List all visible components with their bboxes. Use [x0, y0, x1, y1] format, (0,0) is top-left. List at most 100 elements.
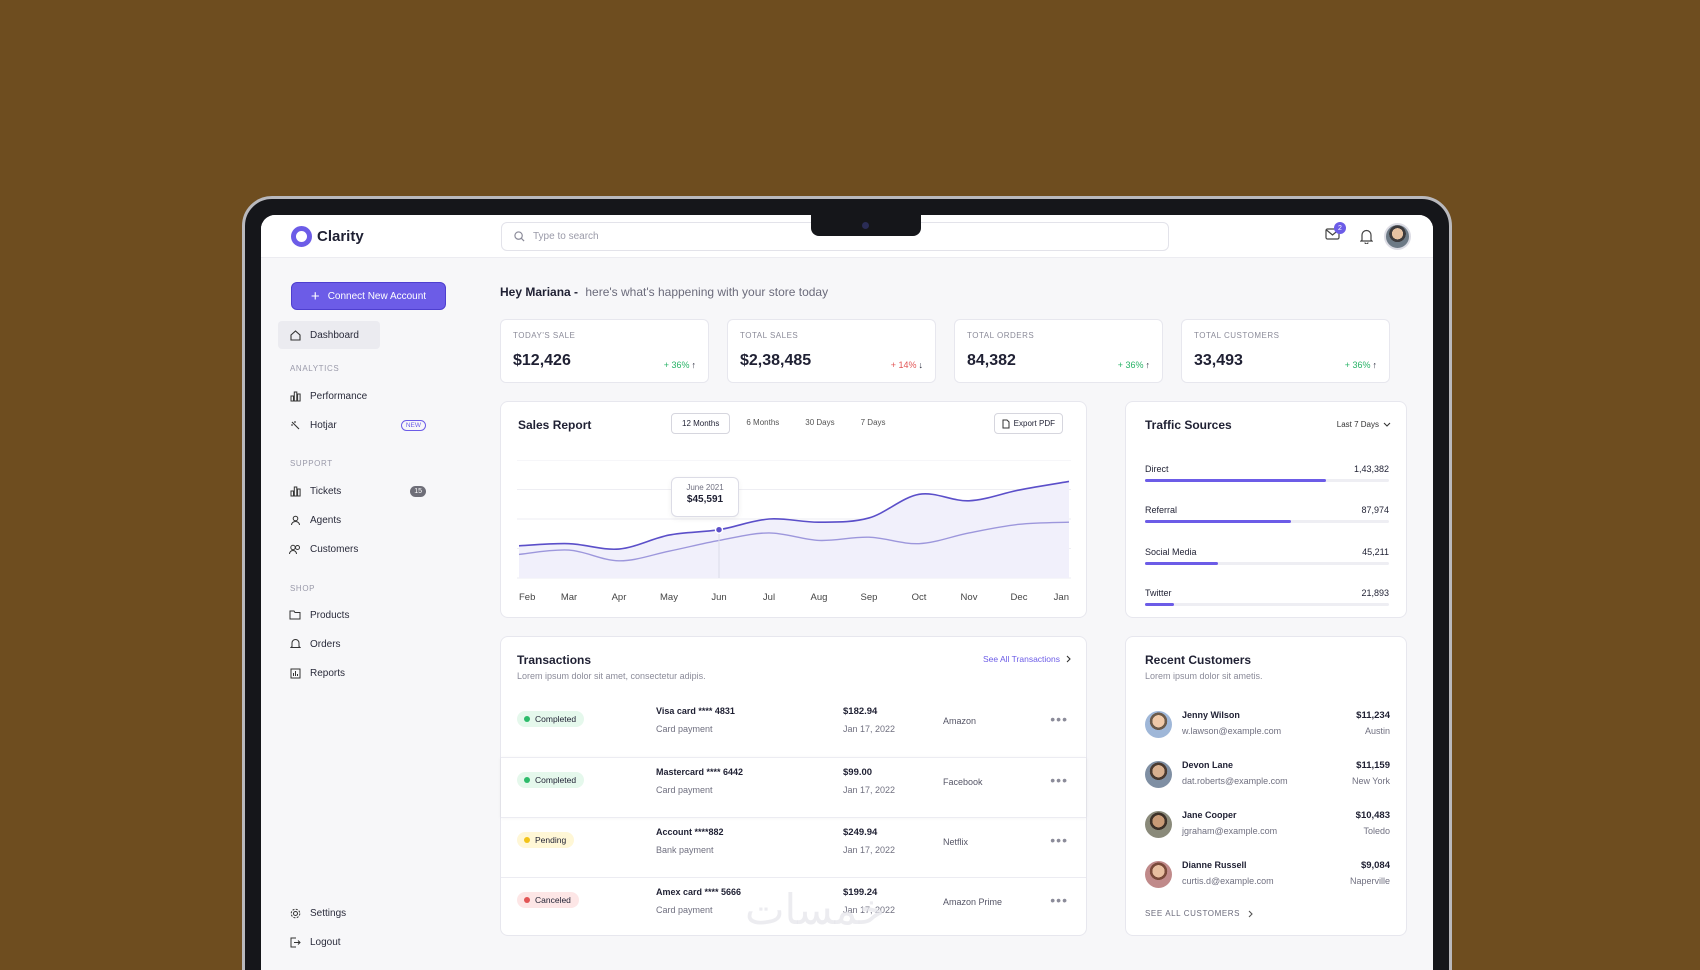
stat-label: TOTAL SALES: [740, 331, 799, 340]
connect-account-button[interactable]: + Connect New Account: [291, 282, 446, 310]
customer-city: Austin: [1364, 726, 1390, 736]
stat-value: 84,382: [967, 352, 1016, 369]
payment-type: Card payment: [656, 785, 713, 795]
customer-amount: $9,084: [1360, 860, 1390, 871]
sidebar-item-tickets[interactable]: Tickets 15: [278, 477, 438, 505]
range-7-days[interactable]: 7 Days: [851, 413, 896, 434]
x-tick-label: Sep: [861, 592, 878, 603]
date: Jan 17, 2022: [843, 845, 896, 855]
list-item[interactable]: Jenny Wilson w.lawson@example.com $11,23…: [1145, 707, 1390, 747]
more-icon[interactable]: •••: [1050, 772, 1068, 788]
list-item[interactable]: Devon Lane dat.roberts@example.com $11,1…: [1145, 757, 1390, 797]
stat-delta: + 36% ↑: [663, 360, 697, 370]
traffic-range-dropdown[interactable]: Last 7 Days: [1337, 420, 1391, 429]
customer-name: Jane Cooper: [1182, 810, 1237, 820]
logout-icon: [289, 936, 301, 948]
sidebar-item-products[interactable]: Products: [278, 601, 438, 629]
sidebar-item-hotjar[interactable]: Hotjar NEW: [278, 411, 438, 439]
chevron-right-icon: [1248, 910, 1253, 917]
payment-type: Card payment: [656, 724, 713, 734]
chevron-right-icon: [1066, 655, 1071, 663]
mail-button[interactable]: 2: [1325, 222, 1346, 245]
customer-city: Naperville: [1349, 876, 1390, 886]
range-12-months[interactable]: 12 Months: [671, 413, 731, 434]
bell-icon[interactable]: [1360, 229, 1373, 244]
bar-chart-icon: [289, 390, 301, 402]
traffic-range-label: Last 7 Days: [1336, 420, 1379, 429]
sidebar-item-agents[interactable]: Agents: [278, 506, 438, 534]
avatar: [1145, 811, 1172, 838]
sidebar-item-customers[interactable]: Customers: [278, 535, 438, 563]
sparkle-icon: [289, 419, 301, 431]
table-row[interactable]: Completed Mastercard **** 6442 Card paym…: [501, 757, 1086, 817]
user-avatar[interactable]: [1384, 223, 1411, 250]
top-icons: 2: [1325, 222, 1373, 245]
source-track: [1145, 520, 1389, 523]
sidebar-item-settings[interactable]: Settings: [278, 899, 438, 927]
logo-ring-icon: [291, 226, 312, 247]
arrow-up-icon: ↑: [1145, 360, 1151, 370]
sidebar-item-logout[interactable]: Logout: [278, 928, 438, 956]
x-tick-label: Aug: [811, 592, 828, 603]
more-icon[interactable]: •••: [1050, 711, 1068, 727]
stat-value: $2,38,485: [740, 352, 812, 369]
source-name: Twitter: [1145, 588, 1172, 598]
see-all-customers-link[interactable]: SEE ALL CUSTOMERS: [1145, 909, 1253, 918]
customer-city: New York: [1351, 776, 1390, 786]
stat-card-total-customers: TOTAL CUSTOMERS 33,493 + 36% ↑: [1181, 319, 1390, 383]
greeting-name: Hey Mariana -: [500, 285, 579, 299]
traffic-source-twitter: Twitter 21,893: [1145, 588, 1389, 606]
range-30-days[interactable]: 30 Days: [795, 413, 844, 434]
source-name: Social Media: [1145, 547, 1197, 557]
source-name: Referral: [1145, 505, 1178, 515]
x-tick-label: Oct: [912, 592, 927, 603]
more-icon[interactable]: •••: [1050, 832, 1068, 848]
table-row[interactable]: Completed Visa card **** 4831 Card payme…: [501, 697, 1086, 757]
status-label: Completed: [535, 714, 577, 724]
table-row[interactable]: Pending Account ****882 Bank payment $24…: [501, 817, 1086, 877]
x-tick-label: Nov: [961, 592, 978, 603]
bell-icon: [289, 638, 301, 650]
merchant: Facebook: [943, 777, 983, 787]
card-name: Visa card **** 4831: [656, 706, 735, 716]
sidebar-item-label: Reports: [310, 667, 346, 679]
range-6-months[interactable]: 6 Months: [736, 413, 789, 434]
list-item[interactable]: Dianne Russell curtis.d@example.com $9,0…: [1145, 857, 1390, 897]
status-dot: [524, 837, 530, 843]
range-selector: 12 Months 6 Months 30 Days 7 Days: [671, 413, 902, 434]
export-pdf-button[interactable]: Export PDF: [993, 413, 1063, 434]
list-item[interactable]: Jane Cooper jgraham@example.com $10,483 …: [1145, 807, 1390, 847]
merchant: Netflix: [943, 837, 969, 847]
sidebar-item-label: Products: [310, 609, 350, 621]
sidebar-item-orders[interactable]: Orders: [278, 630, 438, 658]
sidebar-item-reports[interactable]: Reports: [278, 659, 438, 687]
status-badge: Completed: [517, 711, 585, 727]
more-icon[interactable]: •••: [1050, 892, 1068, 908]
sidebar-item-label: Logout: [310, 936, 341, 948]
source-value: 1,43,382: [1353, 464, 1389, 474]
folder-icon: [289, 609, 301, 621]
transactions-subtitle: Lorem ipsum dolor sit amet, consectetur …: [517, 671, 706, 681]
source-fill: [1145, 603, 1175, 606]
customer-name: Devon Lane: [1182, 760, 1234, 770]
arrow-up-icon: ↑: [691, 360, 697, 370]
sidebar-item-performance[interactable]: Performance: [278, 382, 438, 410]
traffic-source-referral: Referral 87,974: [1145, 505, 1389, 523]
amount: $99.00: [843, 767, 873, 778]
stat-label: TOTAL ORDERS: [967, 331, 1035, 340]
see-all-transactions-link[interactable]: See All Transactions: [983, 654, 1071, 664]
source-fill: [1145, 562, 1219, 565]
traffic-source-direct: Direct 1,43,382: [1145, 464, 1389, 482]
section-shop: SHOP: [290, 584, 316, 593]
date: Jan 17, 2022: [843, 785, 896, 795]
x-tick-label: Dec: [1011, 592, 1028, 603]
camera-notch: [811, 215, 921, 236]
search-input[interactable]: [533, 231, 833, 242]
sidebar-item-dashboard[interactable]: Dashboard: [278, 321, 380, 349]
report-icon: [289, 667, 301, 679]
stat-card-todays-sale: TODAY'S SALE $12,426 + 36% ↑: [500, 319, 709, 383]
x-tick-label: Jul: [763, 592, 775, 603]
sidebar-item-label: Orders: [310, 638, 341, 650]
app-logo[interactable]: Clarity: [291, 226, 364, 247]
status-dot: [524, 716, 530, 722]
